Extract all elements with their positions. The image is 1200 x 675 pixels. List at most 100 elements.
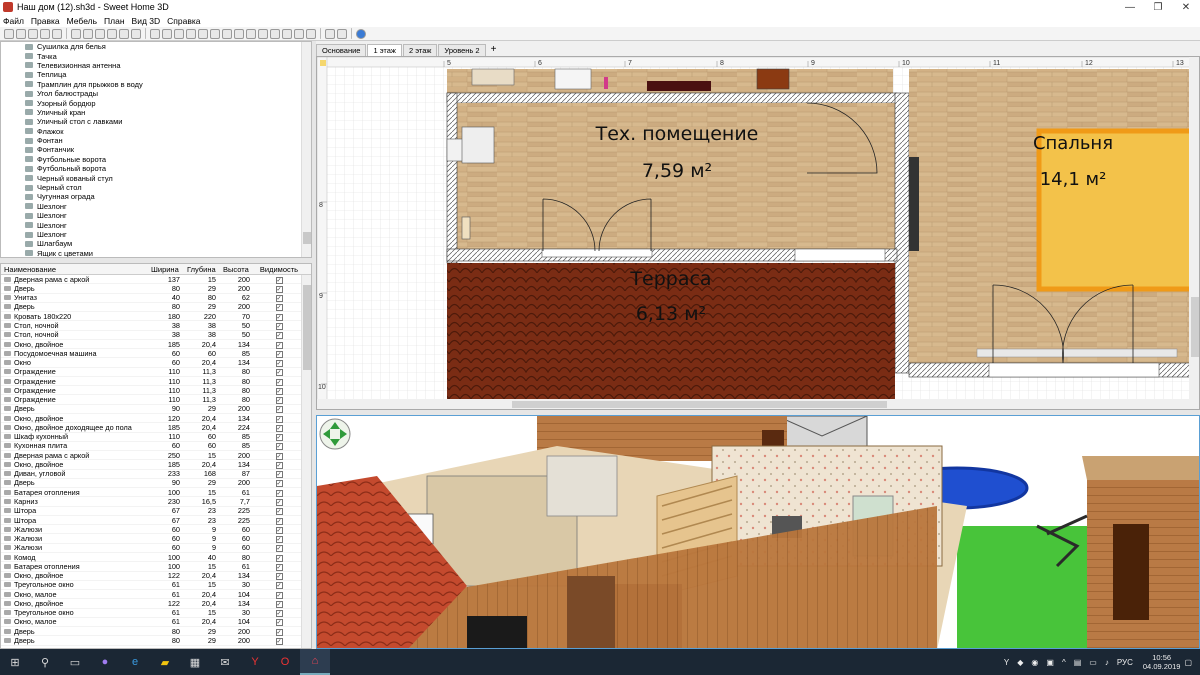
- menu-file[interactable]: Файл: [3, 16, 24, 26]
- scroll-thumb[interactable]: [303, 232, 311, 244]
- help-icon[interactable]: [356, 28, 366, 39]
- catalog-item[interactable]: Черный стол: [1, 183, 311, 192]
- visibility-checkbox[interactable]: ✓: [275, 480, 283, 488]
- column-visibility[interactable]: Видимость: [254, 265, 301, 274]
- visibility-checkbox[interactable]: ✓: [275, 628, 283, 636]
- tab-foundation[interactable]: Основание: [316, 44, 367, 56]
- create-rooms-icon[interactable]: [186, 28, 196, 39]
- table-row[interactable]: Жалюзи 60 9 60 ✓: [1, 525, 311, 535]
- catalog-item[interactable]: Узорный бордюр: [1, 98, 311, 108]
- visibility-checkbox[interactable]: ✓: [275, 526, 283, 534]
- visibility-checkbox[interactable]: ✓: [275, 406, 283, 414]
- table-row[interactable]: Шкаф кухонный 110 60 85 ✓: [1, 432, 311, 442]
- tab-level-2[interactable]: Уровень 2: [438, 44, 486, 56]
- column-height[interactable]: Высота: [220, 265, 254, 274]
- shield-icon[interactable]: ◆: [1017, 658, 1023, 667]
- catalog-item[interactable]: Угол балюстрады: [1, 89, 311, 98]
- table-row[interactable]: Жалюзи 60 9 60 ✓: [1, 534, 311, 544]
- catalog-item[interactable]: Трамплин для прыжков в воду: [1, 80, 311, 89]
- catalog-item[interactable]: Шезлонг: [1, 230, 311, 239]
- decrease-text-icon[interactable]: [294, 28, 304, 39]
- table-row[interactable]: Стол, ночной 38 38 50 ✓: [1, 330, 311, 340]
- table-row[interactable]: Батарея отопления 100 15 61 ✓: [1, 488, 311, 498]
- catalog-item[interactable]: Футбольные ворота: [1, 155, 311, 164]
- language-indicator[interactable]: РУС: [1117, 658, 1133, 667]
- table-row[interactable]: Штора 67 23 225 ✓: [1, 516, 311, 526]
- catalog-item[interactable]: Теплица: [1, 70, 311, 79]
- visibility-checkbox[interactable]: ✓: [275, 276, 283, 284]
- table-row[interactable]: Дверь 80 29 200 ✓: [1, 636, 311, 646]
- volume-icon[interactable]: ♪: [1105, 658, 1109, 667]
- menu-edit[interactable]: Правка: [31, 16, 60, 26]
- cut-icon[interactable]: [52, 28, 62, 39]
- column-depth[interactable]: Глубина: [184, 265, 220, 274]
- add-text-icon[interactable]: [222, 28, 232, 39]
- visibility-checkbox[interactable]: ✓: [275, 610, 283, 618]
- opera-icon[interactable]: O: [270, 649, 300, 675]
- catalog-item[interactable]: Фонтанчик: [1, 145, 311, 154]
- tab-floor-2[interactable]: 2 этаж: [402, 44, 438, 56]
- menu-help[interactable]: Справка: [167, 16, 200, 26]
- table-row[interactable]: Жалюзи 60 9 60 ✓: [1, 543, 311, 553]
- visibility-checkbox[interactable]: ✓: [275, 517, 283, 525]
- catalog-item[interactable]: Шезлонг: [1, 220, 311, 230]
- visibility-checkbox[interactable]: ✓: [275, 397, 283, 405]
- visibility-checkbox[interactable]: ✓: [275, 350, 283, 358]
- create-video-icon[interactable]: [337, 28, 347, 39]
- battery-icon[interactable]: ▭: [1089, 658, 1097, 667]
- table-row[interactable]: Дверь 80 29 200 ✓: [1, 627, 311, 637]
- table-row[interactable]: Ограждение 110 11,3 80 ✓: [1, 367, 311, 377]
- new-home-icon[interactable]: [4, 28, 14, 39]
- visibility-checkbox[interactable]: ✓: [275, 582, 283, 590]
- visibility-checkbox[interactable]: ✓: [275, 554, 283, 562]
- catalog-scrollbar[interactable]: [301, 42, 311, 257]
- save-icon[interactable]: [28, 28, 38, 39]
- rotate-icon[interactable]: [246, 28, 256, 39]
- visibility-checkbox[interactable]: ✓: [275, 295, 283, 303]
- plan-view[interactable]: 5 6 7 8 9 10 11 12 13 8 9 10 Тех. помеще…: [316, 56, 1200, 410]
- catalog-item[interactable]: Уличный стол с лавками: [1, 117, 311, 126]
- create-photo-icon[interactable]: [325, 28, 335, 39]
- visibility-checkbox[interactable]: ✓: [275, 573, 283, 581]
- create-polylines-icon[interactable]: [198, 28, 208, 39]
- cut-icon[interactable]: [95, 28, 105, 39]
- visibility-checkbox[interactable]: ✓: [275, 304, 283, 312]
- visibility-checkbox[interactable]: ✓: [275, 638, 283, 645]
- alice-icon[interactable]: ●: [90, 649, 120, 675]
- zoom-out-icon[interactable]: [270, 28, 280, 39]
- table-row[interactable]: Ограждение 110 11,3 80 ✓: [1, 386, 311, 396]
- table-row[interactable]: Дверь 90 29 200 ✓: [1, 404, 311, 414]
- 3d-view[interactable]: [316, 415, 1200, 649]
- scroll-thumb[interactable]: [303, 285, 311, 370]
- text-style-icon[interactable]: [234, 28, 244, 39]
- undo-icon[interactable]: [71, 28, 81, 39]
- menu-plan[interactable]: План: [104, 16, 125, 26]
- select-icon[interactable]: [150, 28, 160, 39]
- table-row[interactable]: Дверь 90 29 200 ✓: [1, 478, 311, 489]
- visibility-checkbox[interactable]: ✓: [275, 424, 283, 432]
- maximize-button[interactable]: ❐: [1144, 2, 1172, 13]
- table-row[interactable]: Дверь 80 29 200 ✓: [1, 302, 311, 313]
- zoom-plan-icon[interactable]: [306, 28, 316, 39]
- plan-canvas[interactable]: 5 6 7 8 9 10 11 12 13 8 9 10 Тех. помеще…: [317, 57, 1200, 410]
- catalog-item[interactable]: Черный кованый стул: [1, 173, 311, 183]
- create-walls-icon[interactable]: [174, 28, 184, 39]
- add-level-button[interactable]: +: [487, 44, 501, 56]
- table-row[interactable]: Дверная рама с аркой 137 15 200 ✓: [1, 275, 311, 285]
- table-row[interactable]: Дверь 80 29 200 ✓: [1, 284, 311, 294]
- visibility-checkbox[interactable]: ✓: [275, 341, 283, 349]
- copy-icon[interactable]: [107, 28, 117, 39]
- catalog-item[interactable]: Шлагбаум: [1, 239, 311, 248]
- minimize-button[interactable]: —: [1116, 2, 1144, 13]
- explorer-icon[interactable]: ▰: [150, 649, 180, 675]
- tray-app-icon[interactable]: ▣: [1046, 658, 1054, 667]
- furniture-table[interactable]: Наименование Ширина Глубина Высота Видим…: [0, 263, 312, 649]
- visibility-checkbox[interactable]: ✓: [275, 360, 283, 368]
- pan-icon[interactable]: [162, 28, 172, 39]
- catalog-item[interactable]: Шезлонг: [1, 211, 311, 220]
- furniture-catalog[interactable]: Сушилка для белья Тачка Телевизионная анте…: [0, 41, 312, 258]
- catalog-item[interactable]: Фонтан: [1, 136, 311, 145]
- catalog-item[interactable]: Телевизионная антенна: [1, 61, 311, 70]
- close-button[interactable]: ✕: [1172, 2, 1200, 13]
- visibility-checkbox[interactable]: ✓: [275, 415, 283, 423]
